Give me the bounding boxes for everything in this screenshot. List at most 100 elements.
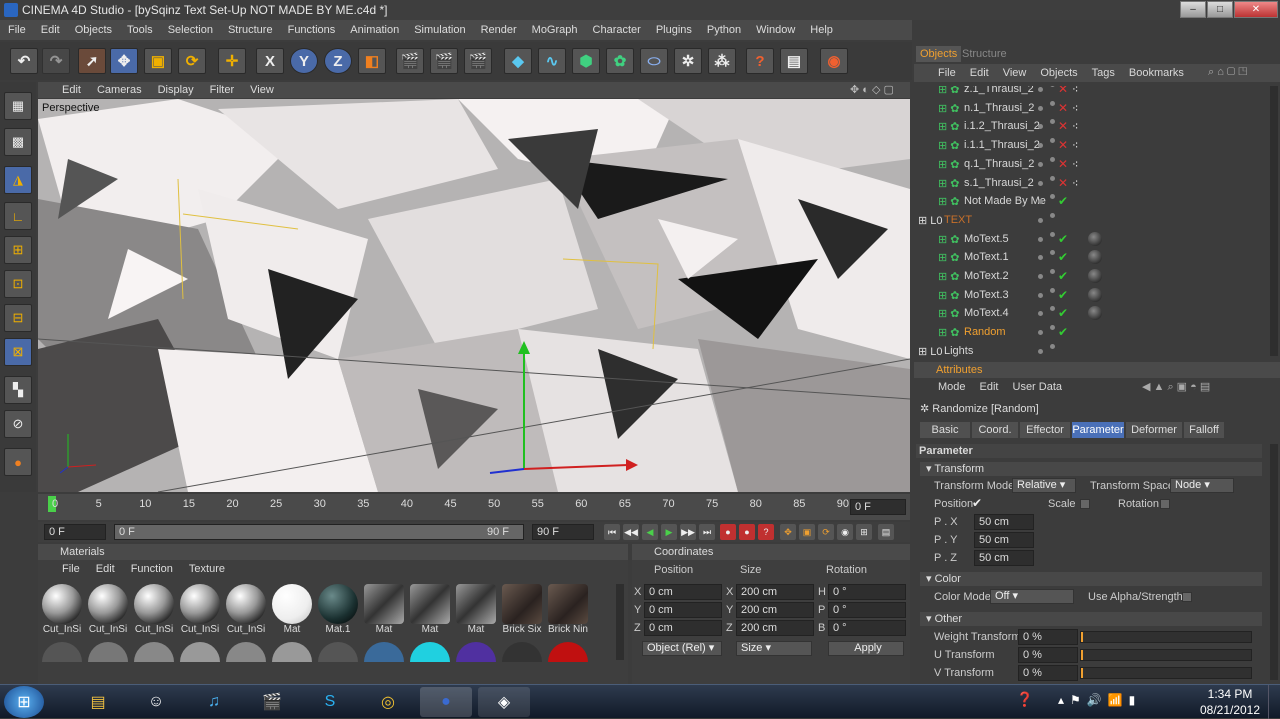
prev-key-icon[interactable]: ◀◀: [623, 524, 639, 540]
render-visibility-dot[interactable]: [1050, 119, 1055, 125]
render-visibility-dot[interactable]: [1050, 194, 1055, 200]
cinema4d-taskbar-icon[interactable]: ●: [420, 687, 472, 717]
chrome-taskbar-icon[interactable]: ◎: [362, 687, 414, 717]
u-transform-slider[interactable]: [1080, 649, 1252, 661]
objects-scrollbar[interactable]: [1270, 86, 1278, 356]
object-name[interactable]: Lights: [944, 345, 973, 357]
object-name[interactable]: i.1.1_Thrausi_2: [964, 139, 1040, 151]
deformer-icon[interactable]: ⬭: [640, 48, 668, 74]
render-visibility-dot[interactable]: [1050, 212, 1055, 218]
object-name[interactable]: MoText.4: [964, 307, 1009, 319]
v-transform-field[interactable]: 0 %: [1018, 665, 1078, 681]
record-icon[interactable]: ●: [720, 524, 736, 540]
user-taskbar-icon[interactable]: ☺: [130, 687, 182, 717]
position-checkbox[interactable]: ✔: [972, 496, 982, 510]
menu-item-window[interactable]: Window: [756, 24, 795, 36]
polygons-mode-icon[interactable]: ⊞: [4, 236, 32, 264]
materials-menu-edit[interactable]: Edit: [96, 561, 115, 577]
system-tray-icons[interactable]: ▴⚑🔊📶▮: [1058, 693, 1141, 707]
viewport-menu-cameras[interactable]: Cameras: [97, 84, 142, 96]
material-swatch[interactable]: Brick Six: [500, 584, 544, 635]
current-frame-field[interactable]: 0 F: [850, 499, 906, 515]
viewport-menu-filter[interactable]: Filter: [210, 84, 234, 96]
object-name[interactable]: TEXT: [944, 214, 972, 226]
render-visibility-dot[interactable]: [1050, 287, 1055, 293]
transform-section-header[interactable]: ▾ Transform: [920, 462, 1262, 476]
mograph-tag-icon[interactable]: ⁖: [1072, 102, 1078, 115]
objects-menu-bookmarks[interactable]: Bookmarks: [1129, 64, 1184, 82]
scale-key-icon[interactable]: ▣: [799, 524, 815, 540]
editor-visibility-dot[interactable]: [1038, 255, 1043, 261]
editor-visibility-dot[interactable]: [1038, 161, 1043, 167]
materials-scrollbar[interactable]: [616, 584, 624, 660]
model-mode-icon[interactable]: ▦: [4, 92, 32, 120]
editor-visibility-dot[interactable]: [1038, 330, 1043, 336]
enabled-check-icon[interactable]: ✔: [1058, 269, 1068, 283]
redo-icon[interactable]: ↷: [42, 48, 70, 74]
editor-visibility-dot[interactable]: [1038, 292, 1043, 298]
object-name[interactable]: Random: [964, 326, 1006, 338]
array-icon[interactable]: ✿: [606, 48, 634, 74]
object-row[interactable]: ⊞ ✿ q.1_Thrausi_2 ✕ ⁖: [914, 155, 1268, 174]
other-section-header[interactable]: ▾ Other: [920, 612, 1262, 626]
object-row[interactable]: ⊞ ✿ s.1_Thrausi_2 ✕ ⁖: [914, 174, 1268, 193]
rotation-field[interactable]: 0 °: [828, 620, 906, 636]
u-transform-field[interactable]: 0 %: [1018, 647, 1078, 663]
particles-icon[interactable]: ⁂: [708, 48, 736, 74]
render-visibility-dot[interactable]: [1050, 250, 1055, 256]
use-alpha-checkbox[interactable]: [1182, 592, 1192, 602]
menu-item-edit[interactable]: Edit: [41, 24, 60, 36]
checker-icon[interactable]: ▚: [4, 376, 32, 404]
editor-visibility-dot[interactable]: [1038, 87, 1043, 92]
skype-taskbar-icon[interactable]: S: [304, 687, 356, 717]
attr-tab-effector[interactable]: Effector: [1020, 422, 1070, 438]
pz-field[interactable]: 50 cm: [974, 550, 1034, 566]
timeline-settings-icon[interactable]: ▤: [878, 524, 894, 540]
editor-visibility-dot[interactable]: [1038, 348, 1043, 354]
object-name[interactable]: n.1_Thrausi_2: [964, 102, 1034, 114]
size-field[interactable]: 200 cm: [736, 584, 814, 600]
objects-menu-tags[interactable]: Tags: [1092, 64, 1115, 82]
objects-menu-objects[interactable]: Objects: [1040, 64, 1077, 82]
objects-menu-file[interactable]: File: [938, 64, 956, 82]
object-name[interactable]: q.1_Thrausi_2: [964, 158, 1034, 170]
objects-toolbar-icons[interactable]: ⌕ ⌂ ▢ ◳: [1208, 66, 1247, 79]
enabled-check-icon[interactable]: ✔: [1058, 288, 1068, 302]
transform-space-dropdown[interactable]: Node ▾: [1170, 478, 1234, 493]
sculpt-icon[interactable]: ●: [4, 448, 32, 476]
go-to-end-icon[interactable]: ⏭: [699, 524, 715, 540]
next-key-icon[interactable]: ▶▶: [680, 524, 696, 540]
render-visibility-dot[interactable]: [1050, 269, 1055, 274]
object-name[interactable]: MoText.3: [964, 289, 1009, 301]
mograph-tag-icon[interactable]: ⁖: [1072, 177, 1078, 190]
cube-icon[interactable]: ◆: [504, 48, 532, 74]
position-field[interactable]: 0 cm: [644, 602, 722, 618]
mograph-tag-icon[interactable]: ⁖: [1072, 86, 1078, 96]
color-section-header[interactable]: ▾ Color: [920, 572, 1262, 586]
timeline-ruler[interactable]: 0 5 10 15 20 25 30 35 40 45 50 55 60 65 70 75 80 85 90 0 F: [38, 494, 910, 520]
position-field[interactable]: 0 cm: [644, 620, 722, 636]
menu-item-plugins[interactable]: Plugins: [656, 24, 692, 36]
menu-item-render[interactable]: Render: [481, 24, 517, 36]
play-forward-icon[interactable]: ▶: [661, 524, 677, 540]
object-row[interactable]: ⊞ ✿ MoText.5 ✔: [914, 230, 1268, 249]
help-tray-icon[interactable]: ❓: [1016, 691, 1033, 708]
position-key-icon[interactable]: ✥: [780, 524, 796, 540]
keyframe-selection-icon[interactable]: ?: [758, 524, 774, 540]
attributes-scrollbar[interactable]: [1270, 444, 1278, 680]
material-swatch[interactable]: Cut_InSi: [40, 584, 84, 635]
editor-visibility-dot[interactable]: [1038, 105, 1043, 111]
menu-item-animation[interactable]: Animation: [350, 24, 399, 36]
material-swatch[interactable]: Mat.1: [316, 584, 360, 635]
menu-item-selection[interactable]: Selection: [168, 24, 213, 36]
py-field[interactable]: 50 cm: [974, 532, 1034, 548]
rotation-field[interactable]: 0 °: [828, 602, 906, 618]
itunes-taskbar-icon[interactable]: ♫: [188, 687, 240, 717]
mograph-tag-icon[interactable]: ⁖: [1072, 120, 1078, 133]
add-object-icon[interactable]: ✛: [218, 48, 246, 74]
menu-item-simulation[interactable]: Simulation: [414, 24, 465, 36]
go-to-start-icon[interactable]: ⏮: [604, 524, 620, 540]
object-name[interactable]: Not Made By Me: [964, 195, 1046, 207]
axis-mode-icon[interactable]: ⊡: [4, 270, 32, 298]
render-settings-icon[interactable]: 🎬: [464, 48, 492, 74]
